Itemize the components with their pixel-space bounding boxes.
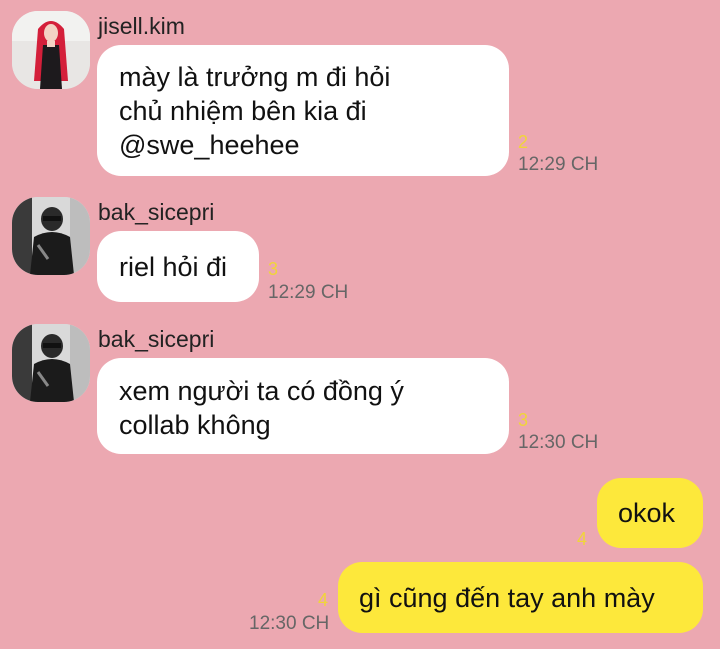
message-text-line: chủ nhiệm bên kia đi xyxy=(119,96,367,126)
message-bubble[interactable]: gì cũng đến tay anh mày xyxy=(338,562,703,633)
message-bubble[interactable]: okok xyxy=(597,478,703,548)
unread-count: 4 xyxy=(318,590,329,610)
message-timestamp: 12:30 CH xyxy=(249,613,330,634)
message-text-line: mày là trưởng m đi hỏi xyxy=(119,62,391,92)
message-text-line: okok xyxy=(618,498,676,528)
avatar-black-and-white-icon xyxy=(12,324,90,402)
message-bubble[interactable]: xem người ta có đồng ý collab không xyxy=(97,358,509,454)
message-text-line: @swe_heehee xyxy=(119,130,300,160)
sender-avatar[interactable] xyxy=(12,324,90,402)
sender-avatar[interactable] xyxy=(12,197,90,275)
message-text-line: gì cũng đến tay anh mày xyxy=(359,583,655,613)
unread-count: 3 xyxy=(268,259,279,279)
unread-count: 4 xyxy=(577,529,588,549)
message-text-line: riel hỏi đi xyxy=(119,252,228,282)
message-bubble[interactable]: riel hỏi đi xyxy=(97,231,259,302)
sender-name: jisell.kim xyxy=(98,13,185,39)
avatar-black-and-white-icon xyxy=(12,197,90,275)
sender-name: bak_sicepri xyxy=(98,326,215,352)
unread-count: 2 xyxy=(518,132,529,152)
sender-name: bak_sicepri xyxy=(98,199,215,225)
unread-count: 3 xyxy=(518,410,529,430)
message-timestamp: 12:29 CH xyxy=(268,282,349,303)
message-timestamp: 12:29 CH xyxy=(518,154,599,175)
message-timestamp: 12:30 CH xyxy=(518,432,599,453)
avatar-red-hair-icon xyxy=(12,11,90,89)
message-text-line: xem người ta có đồng ý xyxy=(119,376,404,406)
sender-avatar[interactable] xyxy=(12,11,90,89)
message-text-line: collab không xyxy=(119,410,271,440)
message-bubble[interactable]: mày là trưởng m đi hỏi chủ nhiệm bên kia… xyxy=(97,45,509,176)
